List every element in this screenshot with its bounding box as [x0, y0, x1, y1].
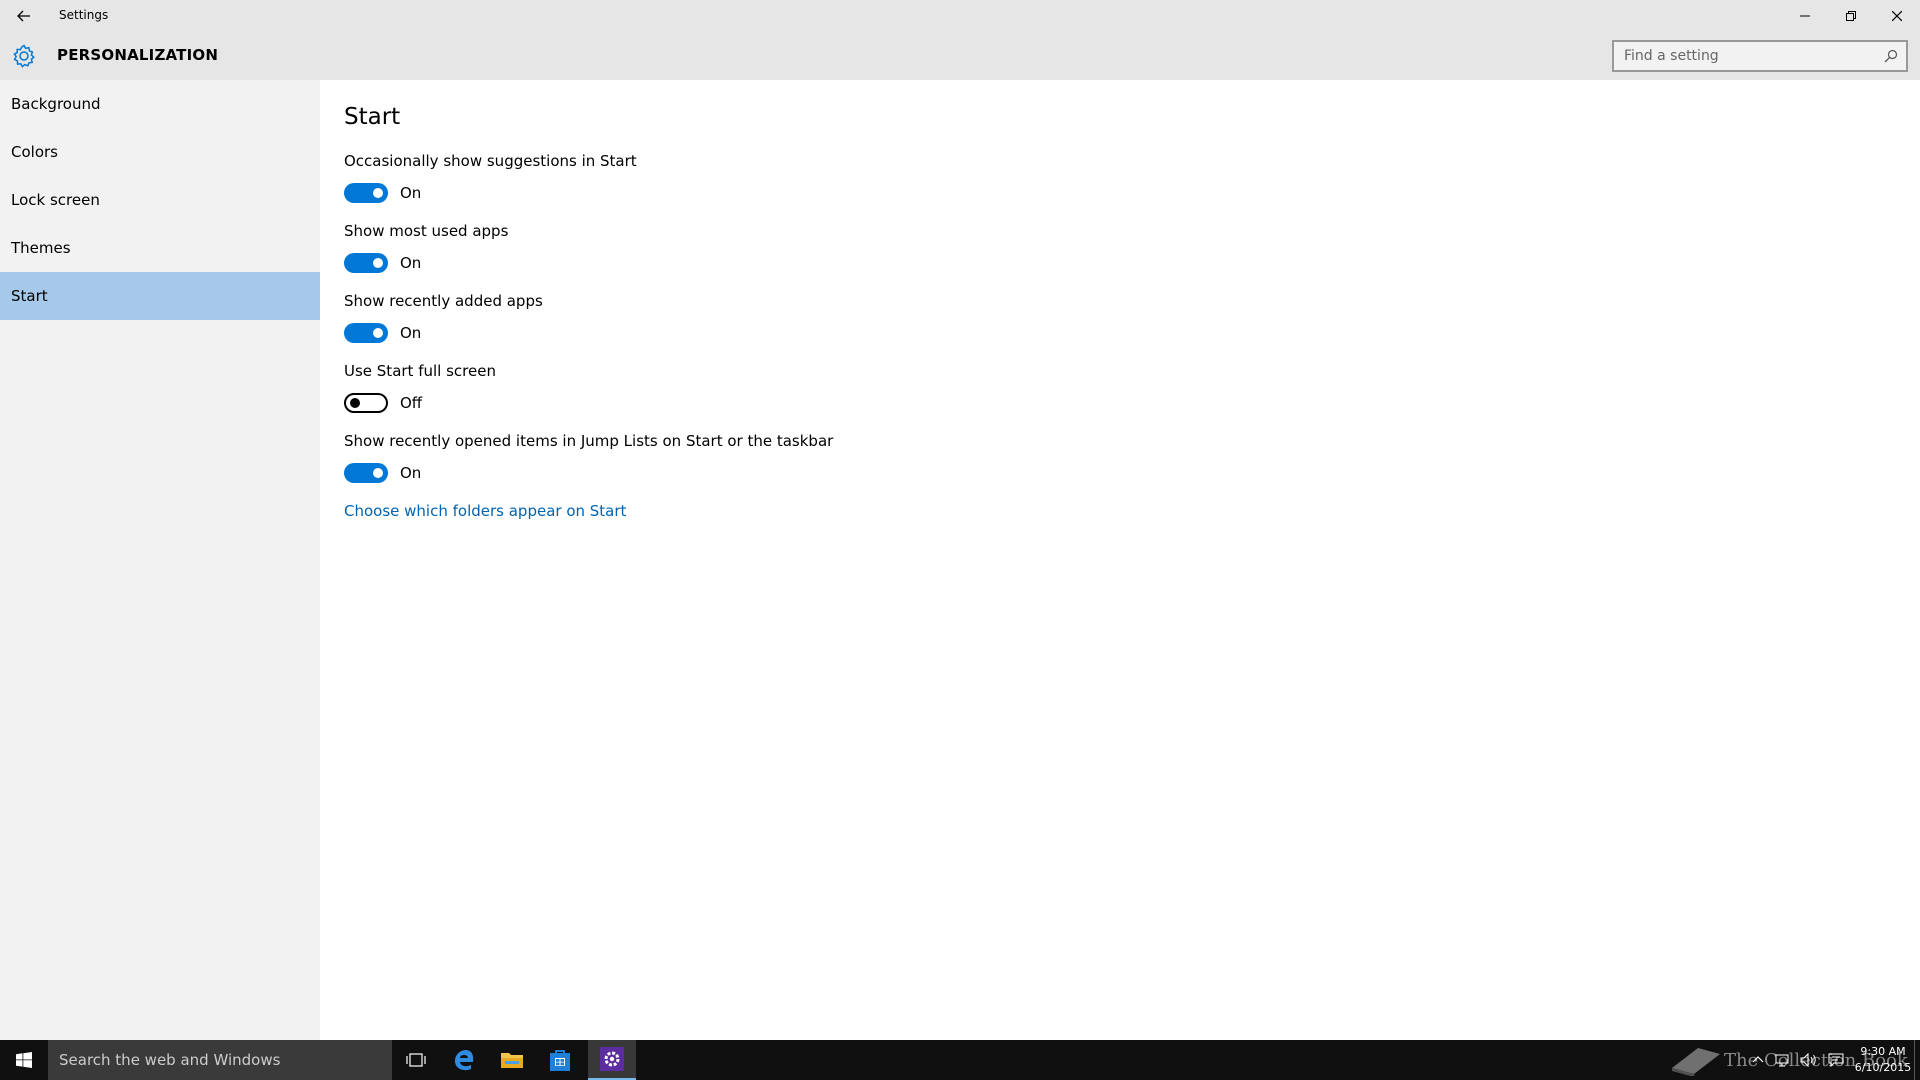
sidebar-item-colors[interactable]: Colors [0, 128, 320, 176]
page-title: Start [344, 104, 401, 130]
toggle-row: On [344, 322, 543, 344]
setting-full-screen: Use Start full screen Off [344, 362, 496, 414]
windows-logo-icon [16, 1052, 32, 1068]
toggle-state: On [400, 324, 422, 342]
toggle-knob [350, 398, 360, 408]
window-title: Settings [59, 8, 109, 22]
toggle-row: Off [344, 392, 496, 414]
most-used-apps-toggle[interactable] [344, 253, 388, 273]
setting-most-used-apps: Show most used apps On [344, 222, 508, 274]
sidebar-item-background[interactable]: Background [0, 80, 320, 128]
settings-icon [600, 1047, 624, 1071]
toggle-row: On [344, 252, 508, 274]
back-button[interactable] [8, 4, 40, 28]
restore-icon [1846, 11, 1856, 21]
minimize-button[interactable] [1782, 0, 1828, 32]
find-setting-input[interactable] [1614, 48, 1874, 64]
setting-label: Use Start full screen [344, 362, 496, 380]
choose-folders-link[interactable]: Choose which folders appear on Start [344, 502, 626, 520]
action-center-icon[interactable] [1828, 1052, 1844, 1068]
minimize-icon [1800, 15, 1810, 17]
toggle-row: On [344, 462, 833, 484]
setting-label: Show most used apps [344, 222, 509, 240]
toggle-knob [373, 188, 383, 198]
close-button[interactable] [1874, 0, 1920, 32]
file-explorer-icon [501, 1053, 523, 1068]
restore-button[interactable] [1828, 0, 1874, 32]
chevron-up-icon[interactable] [1752, 1055, 1764, 1065]
toggle-knob [373, 468, 383, 478]
clock-time: 9:30 AM [1860, 1045, 1906, 1058]
settings-header: PERSONALIZATION [0, 32, 1920, 80]
jump-lists-toggle[interactable] [344, 463, 388, 483]
taskbar-search-text: Search the web and Windows [59, 1051, 281, 1069]
start-button[interactable] [0, 1040, 48, 1080]
setting-suggestions: Occasionally show suggestions in Start O… [344, 152, 637, 204]
toggle-state: On [400, 464, 422, 482]
sidebar-item-themes[interactable]: Themes [0, 224, 320, 272]
find-setting-search[interactable] [1612, 40, 1908, 72]
suggestions-toggle[interactable] [344, 183, 388, 203]
toggle-knob [373, 258, 383, 268]
clock-date: 6/10/2015 [1854, 1061, 1912, 1074]
store-icon [550, 1050, 570, 1071]
setting-label: Show recently added apps [344, 292, 543, 310]
show-desktop-button[interactable] [1914, 1040, 1920, 1080]
gear-icon [13, 44, 35, 68]
sidebar-item-label: Background [11, 95, 101, 113]
section-title: PERSONALIZATION [57, 46, 219, 64]
task-view-button[interactable] [392, 1040, 440, 1080]
sidebar: Background Colors Lock screen Themes Sta… [0, 80, 320, 1040]
volume-icon[interactable] [1800, 1052, 1818, 1068]
taskbar-search-box[interactable]: Search the web and Windows [48, 1040, 392, 1080]
settings-taskbar-button[interactable] [588, 1040, 636, 1080]
clock[interactable]: 9:30 AM 6/10/2015 [1852, 1044, 1914, 1076]
file-explorer-button[interactable] [488, 1040, 536, 1080]
sidebar-item-label: Themes [11, 239, 71, 257]
title-bar: Settings [0, 0, 1920, 32]
store-button[interactable] [536, 1040, 584, 1080]
setting-label: Show recently opened items in Jump Lists… [344, 432, 834, 450]
setting-label: Occasionally show suggestions in Start [344, 152, 637, 170]
sidebar-item-label: Start [11, 287, 48, 305]
network-icon[interactable] [1774, 1052, 1790, 1068]
full-screen-toggle[interactable] [344, 393, 388, 413]
toggle-state: Off [400, 394, 423, 412]
toggle-row: On [344, 182, 637, 204]
edge-icon [455, 1050, 474, 1071]
setting-recently-added-apps: Show recently added apps On [344, 292, 543, 344]
back-arrow-icon [17, 10, 30, 22]
toggle-state: On [400, 254, 422, 272]
sidebar-item-label: Lock screen [11, 191, 100, 209]
search-icon[interactable] [1884, 49, 1898, 63]
system-tray [1752, 1040, 1844, 1080]
setting-jump-lists: Show recently opened items in Jump Lists… [344, 432, 833, 484]
toggle-state: On [400, 184, 422, 202]
task-view-icon [406, 1053, 426, 1067]
taskbar: Search the web and Windows The Collectio… [0, 1040, 1920, 1080]
book-icon [1672, 1048, 1720, 1076]
sidebar-item-start[interactable]: Start [0, 272, 320, 320]
recently-added-apps-toggle[interactable] [344, 323, 388, 343]
edge-button[interactable] [440, 1040, 488, 1080]
sidebar-item-label: Colors [11, 143, 58, 161]
close-icon [1892, 11, 1902, 21]
settings-content: Start Occasionally show suggestions in S… [320, 80, 1920, 1040]
toggle-knob [373, 328, 383, 338]
sidebar-item-lock-screen[interactable]: Lock screen [0, 176, 320, 224]
